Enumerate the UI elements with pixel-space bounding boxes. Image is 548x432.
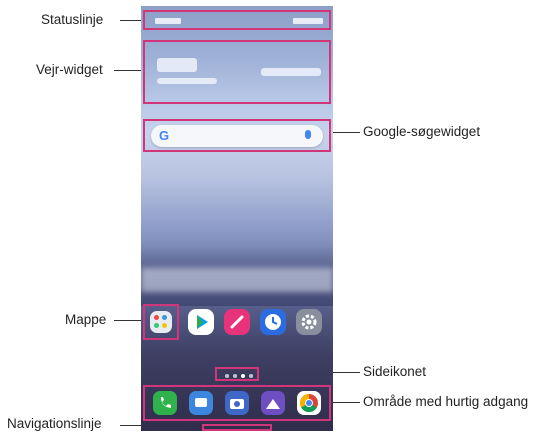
navigation-bar[interactable]: [202, 424, 272, 431]
label-weather-widget: Vejr-widget: [36, 62, 103, 77]
label-google-search-widget: Google-søgewidget: [363, 124, 481, 139]
camera-icon[interactable]: [225, 391, 249, 415]
phone-home-screen: G: [141, 6, 333, 431]
status-bar: [143, 10, 331, 30]
quick-access-area: [143, 385, 331, 421]
weather-date-blur: [261, 68, 321, 76]
clock-icon[interactable]: [260, 309, 286, 335]
chrome-icon[interactable]: [297, 391, 321, 415]
leader-google-search: [333, 132, 360, 133]
status-icons-right: [293, 18, 323, 24]
page-indicator[interactable]: [215, 367, 259, 381]
weather-temp-blur: [157, 58, 197, 72]
pen-icon[interactable]: [224, 309, 250, 335]
label-statusbar: Statuslinje: [41, 12, 104, 27]
messages-icon[interactable]: [189, 391, 213, 415]
page-dot: [225, 374, 229, 378]
leader-folder: [114, 320, 143, 321]
leader-statusbar: [120, 20, 141, 21]
leader-quick-access: [333, 402, 360, 403]
google-search-widget[interactable]: G: [143, 119, 331, 152]
weather-location-blur: [157, 78, 217, 84]
page-dot: [233, 374, 237, 378]
folder-icon: [150, 311, 172, 333]
page-dot: [249, 374, 253, 378]
mic-icon[interactable]: [305, 130, 311, 139]
folder[interactable]: [143, 304, 179, 340]
wallpaper-cloud: [141, 268, 333, 292]
play-store-icon[interactable]: [188, 309, 214, 335]
page-dot-current: [241, 374, 245, 378]
label-page-icon: Sideikonet: [363, 364, 427, 379]
phone-icon[interactable]: [153, 391, 177, 415]
status-icons-left: [155, 18, 181, 24]
weather-widget[interactable]: [143, 40, 331, 104]
gallery-icon[interactable]: [261, 391, 285, 415]
label-folder: Mappe: [65, 312, 107, 327]
google-logo-icon: G: [159, 128, 170, 143]
label-quick-access: Område med hurtig adgang: [363, 394, 529, 409]
label-navigation-bar: Navigationslinje: [7, 416, 102, 431]
search-bar[interactable]: G: [151, 125, 323, 147]
leader-weather: [114, 70, 141, 71]
settings-icon[interactable]: [296, 309, 322, 335]
